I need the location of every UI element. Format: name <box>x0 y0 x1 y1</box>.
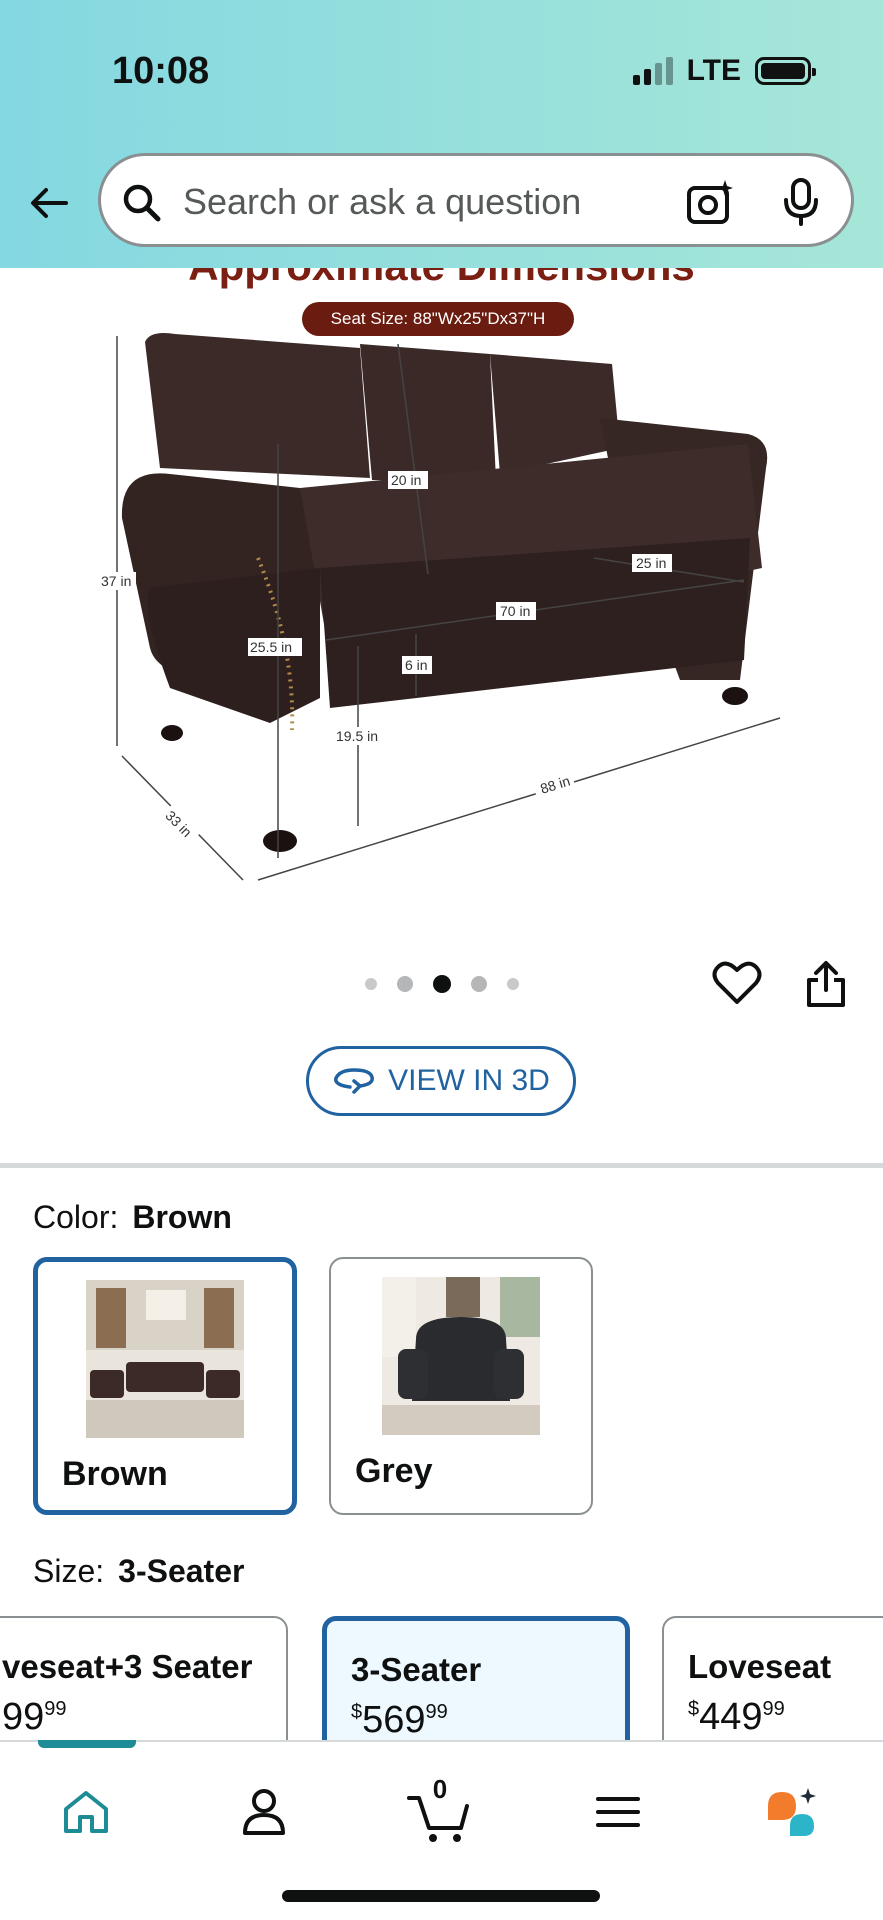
view-in-3d-label: VIEW IN 3D <box>388 1064 550 1097</box>
size-option-name: veseat+3 Seater <box>2 1648 253 1685</box>
search-bar[interactable]: Search or ask a question <box>98 153 854 247</box>
nav-home[interactable] <box>46 1772 126 1852</box>
signal-icon <box>632 57 673 85</box>
product-image[interactable]: Approximate Dimensions Seat Size: 88"Wx2… <box>0 268 883 938</box>
dim-seat-width-label: 70 in <box>500 603 530 619</box>
share-icon[interactable] <box>804 960 848 1008</box>
carousel-dot[interactable] <box>365 978 377 990</box>
back-arrow-icon[interactable] <box>26 180 72 226</box>
size-option-loveseat-3-seater[interactable]: veseat+3 Seater 9999 <box>0 1616 288 1756</box>
color-selector-label: Color: Brown <box>33 1199 232 1236</box>
dim-arm-height-label: 25.5 in <box>250 639 292 655</box>
menu-icon <box>596 1797 640 1827</box>
color-option-label: Grey <box>355 1452 433 1490</box>
color-option-label: Brown <box>62 1455 168 1493</box>
nav-cart[interactable]: 0 <box>400 1772 480 1852</box>
account-icon <box>243 1789 285 1835</box>
size-option-price: 9999 <box>2 1696 67 1738</box>
sofa-dimension-illustration: 37 in 33 in 88 in 25.5 in 20 in 70 in 25… <box>98 333 781 881</box>
search-input[interactable]: Search or ask a question <box>183 181 581 223</box>
dim-cushion-label: 6 in <box>405 657 428 673</box>
color-label: Color: <box>33 1199 119 1235</box>
grey-chair-thumbnail <box>382 1277 540 1435</box>
view-in-3d-button[interactable]: VIEW IN 3D <box>306 1046 576 1116</box>
heart-icon[interactable] <box>712 960 762 1006</box>
color-option-brown[interactable]: Brown <box>33 1257 297 1515</box>
search-icon <box>123 184 161 222</box>
bottom-navigation: 0 <box>0 1740 883 1920</box>
color-option-grey[interactable]: Grey <box>329 1257 593 1515</box>
active-tab-indicator <box>38 1740 136 1748</box>
brown-sofa-thumbnail <box>86 1280 244 1438</box>
nav-account[interactable] <box>224 1772 304 1852</box>
dim-seat-height-label: 19.5 in <box>336 728 378 744</box>
network-label: LTE <box>686 54 741 87</box>
carousel-dot[interactable] <box>471 976 487 992</box>
dim-seat-depth-label: 25 in <box>636 555 666 571</box>
sofa-image <box>121 333 768 852</box>
size-option-loveseat[interactable]: Loveseat $44999 <box>662 1616 883 1756</box>
dim-back-height-label: 20 in <box>391 472 421 488</box>
color-selected-value: Brown <box>132 1199 232 1235</box>
carousel-dot-active[interactable] <box>433 975 451 993</box>
rufus-icon <box>768 1788 816 1836</box>
microphone-icon[interactable] <box>781 176 821 228</box>
image-carousel-dots[interactable] <box>365 975 519 993</box>
size-selected-value: 3-Seater <box>118 1553 245 1589</box>
home-indicator-bar[interactable] <box>282 1890 600 1902</box>
rotate-3d-icon <box>334 1068 375 1094</box>
size-label: Size: <box>33 1553 105 1589</box>
nav-rufus[interactable] <box>752 1772 832 1852</box>
size-selector-label: Size: 3-Seater <box>33 1553 244 1590</box>
size-option-price: $44999 <box>688 1696 785 1738</box>
size-option-name: Loveseat <box>688 1648 832 1685</box>
app-header: 10:08 LTE Search or ask a question <box>0 0 883 268</box>
cart-count: 0 <box>432 1774 448 1804</box>
battery-icon <box>755 57 816 85</box>
size-option-price: $56999 <box>351 1699 448 1741</box>
size-option-name: 3-Seater <box>351 1651 482 1688</box>
size-option-3-seater[interactable]: 3-Seater $56999 <box>322 1616 630 1756</box>
dim-height-label: 37 in <box>101 573 131 589</box>
section-divider <box>0 1163 883 1168</box>
nav-menu[interactable] <box>578 1772 658 1852</box>
camera-lens-icon[interactable] <box>685 178 735 228</box>
carousel-dot[interactable] <box>507 978 519 990</box>
carousel-dot[interactable] <box>397 976 413 992</box>
home-icon <box>64 1791 108 1833</box>
status-indicators: LTE <box>632 54 816 88</box>
status-time: 10:08 <box>112 50 210 92</box>
